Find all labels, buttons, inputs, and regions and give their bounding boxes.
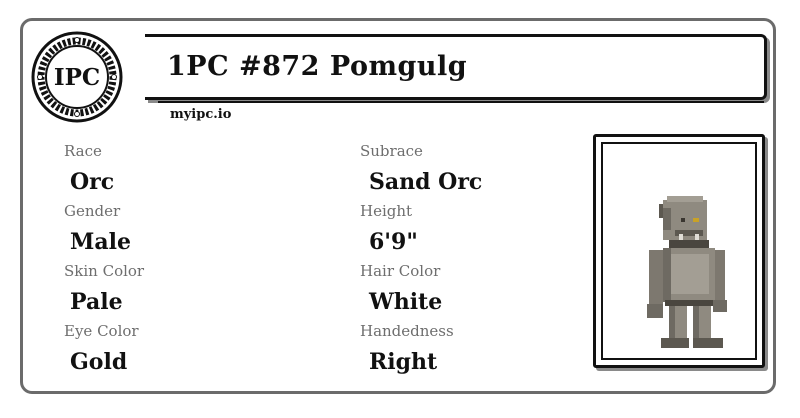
seal-text: IPC: [54, 64, 100, 91]
eye-color-label: Eye Color: [64, 322, 139, 340]
character-title: 1PC #872 Pomgulg: [167, 51, 468, 82]
portrait-inner-frame: [601, 142, 757, 360]
title-underline: [158, 101, 764, 103]
height-label: Height: [360, 202, 413, 220]
title-banner: 1PC #872 Pomgulg: [145, 34, 767, 100]
race-value: Orc: [70, 169, 115, 195]
ipc-seal-logo: IPC: [31, 31, 123, 123]
height-value: 6'9": [369, 229, 418, 255]
eye-color-value: Gold: [70, 349, 128, 375]
subrace-value: Sand Orc: [369, 169, 483, 195]
hair-color-label: Hair Color: [360, 262, 441, 280]
hair-color-value: White: [369, 289, 443, 315]
handedness-value: Right: [369, 349, 438, 375]
orc-character-sprite-icon: [647, 196, 727, 348]
skin-color-value: Pale: [70, 289, 123, 315]
portrait-frame: [593, 134, 765, 368]
site-link[interactable]: myipc.io: [170, 107, 231, 122]
race-label: Race: [64, 142, 102, 160]
skin-color-label: Skin Color: [64, 262, 145, 280]
gender-label: Gender: [64, 202, 121, 220]
gender-value: Male: [70, 229, 131, 255]
handedness-label: Handedness: [360, 322, 454, 340]
subrace-label: Subrace: [360, 142, 423, 160]
